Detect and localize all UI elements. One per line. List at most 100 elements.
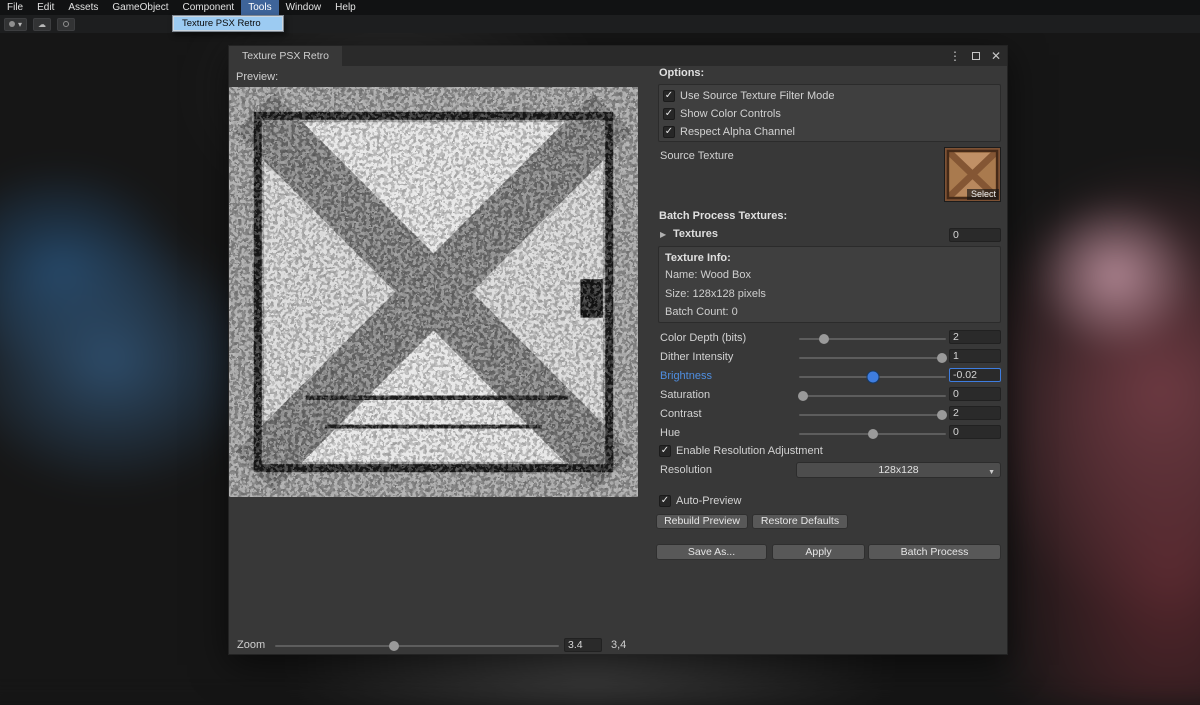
select-button[interactable]: Select	[966, 189, 999, 200]
slider-row-dither-intensity: Dither Intensity 1	[658, 348, 1001, 367]
slider-row-color-depth: Color Depth (bits) 2	[658, 329, 1001, 348]
restore-defaults-button[interactable]: Restore Defaults	[752, 514, 848, 529]
resolution-row: Resolution 128x128 ▼	[658, 462, 1001, 478]
slider-handle[interactable]	[936, 410, 947, 420]
zoom-slider-track[interactable]	[275, 641, 559, 651]
checkbox-label: Auto-Preview	[676, 495, 742, 507]
services-button[interactable]	[57, 17, 76, 31]
source-texture-label: Source Texture	[660, 150, 734, 162]
slider-handle[interactable]	[936, 353, 947, 363]
menu-tools[interactable]: Tools	[241, 0, 279, 15]
options-panel: Options: ✓ Use Source Texture Filter Mod…	[656, 67, 1001, 627]
rebuild-preview-button[interactable]: Rebuild Preview	[656, 514, 748, 529]
textures-foldout[interactable]: Textures	[673, 228, 718, 240]
foldout-arrow-icon[interactable]: ▶	[660, 230, 666, 239]
checkbox-checked-icon[interactable]: ✓	[663, 108, 675, 120]
menu-file[interactable]: File	[0, 0, 30, 15]
texture-info-name: Name: Wood Box	[665, 269, 752, 281]
textures-count-field[interactable]: 0	[949, 228, 1001, 242]
zoom-display-value: 3,4	[611, 639, 627, 651]
menu-help[interactable]: Help	[328, 0, 363, 15]
slider-label: Dither Intensity	[660, 351, 734, 363]
checkbox-checked-icon[interactable]: ✓	[659, 445, 671, 457]
menu-item-texture-psx-retro[interactable]: Texture PSX Retro	[174, 17, 282, 30]
chevron-down-icon: ▼	[988, 469, 995, 476]
slider-track[interactable]	[799, 334, 946, 344]
checkbox-label: Show Color Controls	[680, 108, 781, 120]
texture-psx-retro-window: Texture PSX Retro ⋮ ✕ Preview: Zoom 3.4 …	[228, 45, 1008, 655]
resolution-label: Resolution	[660, 464, 712, 476]
zoom-value-field[interactable]: 3.4	[564, 638, 602, 652]
menu-gameobject[interactable]: GameObject	[105, 0, 175, 15]
checkbox-label: Enable Resolution Adjustment	[676, 445, 823, 457]
circle-icon	[63, 21, 70, 27]
slider-group: Color Depth (bits) 2 Dither Intensity 1 …	[658, 329, 1001, 443]
slider-row-brightness: Brightness -0.02	[658, 367, 1001, 386]
checkbox-row-filter-mode[interactable]: ✓ Use Source Texture Filter Mode	[663, 87, 996, 105]
slider-value-field[interactable]: 0	[949, 387, 1001, 401]
source-texture-thumbnail[interactable]: Select	[944, 147, 1001, 202]
account-dropdown-button[interactable]: ▾	[4, 17, 28, 31]
checkbox-row-alpha-channel[interactable]: ✓ Respect Alpha Channel	[663, 123, 996, 141]
options-box: ✓ Use Source Texture Filter Mode ✓ Show …	[658, 84, 1001, 142]
slider-handle[interactable]	[818, 334, 829, 344]
preview-label: Preview:	[236, 71, 279, 83]
slider-label: Hue	[660, 427, 681, 439]
zoom-row: Zoom 3.4 3,4	[229, 637, 649, 653]
checkbox-row-resolution-adjustment[interactable]: ✓ Enable Resolution Adjustment	[659, 445, 823, 457]
window-header: Texture PSX Retro ⋮ ✕	[229, 46, 1007, 66]
batch-process-button[interactable]: Batch Process	[868, 544, 1001, 560]
close-icon[interactable]: ✕	[991, 50, 1001, 62]
menu-bar: File Edit Assets GameObject Component To…	[0, 0, 1200, 15]
slider-handle[interactable]	[867, 429, 878, 439]
slider-value-field[interactable]: 2	[949, 406, 1001, 420]
slider-track[interactable]	[799, 371, 946, 383]
slider-value-field[interactable]: 0	[949, 425, 1001, 439]
save-as-button[interactable]: Save As...	[656, 544, 767, 560]
kebab-menu-icon[interactable]: ⋮	[949, 50, 961, 62]
menu-window[interactable]: Window	[279, 0, 329, 15]
menu-edit[interactable]: Edit	[30, 0, 61, 15]
checkbox-row-color-controls[interactable]: ✓ Show Color Controls	[663, 105, 996, 123]
cloud-button[interactable]: ☁	[33, 17, 52, 31]
slider-label: Contrast	[660, 408, 702, 420]
slider-track[interactable]	[799, 429, 946, 439]
checkbox-checked-icon[interactable]: ✓	[659, 495, 671, 507]
texture-info-header: Texture Info:	[665, 252, 731, 264]
slider-track[interactable]	[799, 353, 947, 363]
checkbox-checked-icon[interactable]: ✓	[663, 90, 675, 102]
action-buttons-row: Save As... Apply Batch Process	[656, 544, 1001, 560]
menu-assets[interactable]: Assets	[61, 0, 105, 15]
window-controls: ⋮ ✕	[949, 46, 1001, 66]
zoom-slider-handle[interactable]	[389, 641, 400, 651]
batch-process-header: Batch Process Textures:	[659, 210, 788, 222]
checkbox-label: Use Source Texture Filter Mode	[680, 90, 835, 102]
slider-value-field[interactable]: 2	[949, 330, 1001, 344]
texture-info-batch-count: Batch Count: 0	[665, 306, 738, 318]
zoom-label: Zoom	[237, 639, 266, 651]
slider-value-field[interactable]: 1	[949, 349, 1001, 363]
chevron-down-icon: ▾	[18, 19, 23, 29]
checkbox-row-auto-preview[interactable]: ✓ Auto-Preview	[659, 495, 741, 507]
apply-button[interactable]: Apply	[772, 544, 865, 560]
maximize-icon[interactable]	[971, 50, 980, 62]
checkbox-label: Respect Alpha Channel	[680, 126, 795, 138]
resolution-value: 128x128	[878, 464, 919, 476]
preview-buttons-row: Rebuild Preview Restore Defaults	[656, 514, 1001, 529]
slider-value-field[interactable]: -0.02	[949, 368, 1001, 382]
window-body: Preview: Zoom 3.4 3,4 Options: ✓ Use Sou…	[229, 66, 1007, 654]
menu-component[interactable]: Component	[176, 0, 242, 15]
slider-track[interactable]	[799, 410, 947, 420]
slider-row-hue: Hue 0	[658, 424, 1001, 443]
checkbox-checked-icon[interactable]: ✓	[663, 126, 675, 138]
resolution-dropdown[interactable]: 128x128 ▼	[796, 462, 1001, 478]
slider-track[interactable]	[798, 391, 946, 401]
tools-menu-dropdown: Texture PSX Retro	[172, 15, 284, 32]
slider-handle[interactable]	[867, 371, 878, 383]
tab-texture-psx-retro[interactable]: Texture PSX Retro	[229, 46, 342, 66]
slider-label: Brightness	[660, 370, 712, 382]
texture-info-box: Texture Info: Name: Wood Box Size: 128x1…	[658, 246, 1001, 323]
cloud-icon: ☁	[38, 19, 47, 29]
slider-handle[interactable]	[798, 391, 809, 401]
avatar-icon	[9, 21, 15, 27]
